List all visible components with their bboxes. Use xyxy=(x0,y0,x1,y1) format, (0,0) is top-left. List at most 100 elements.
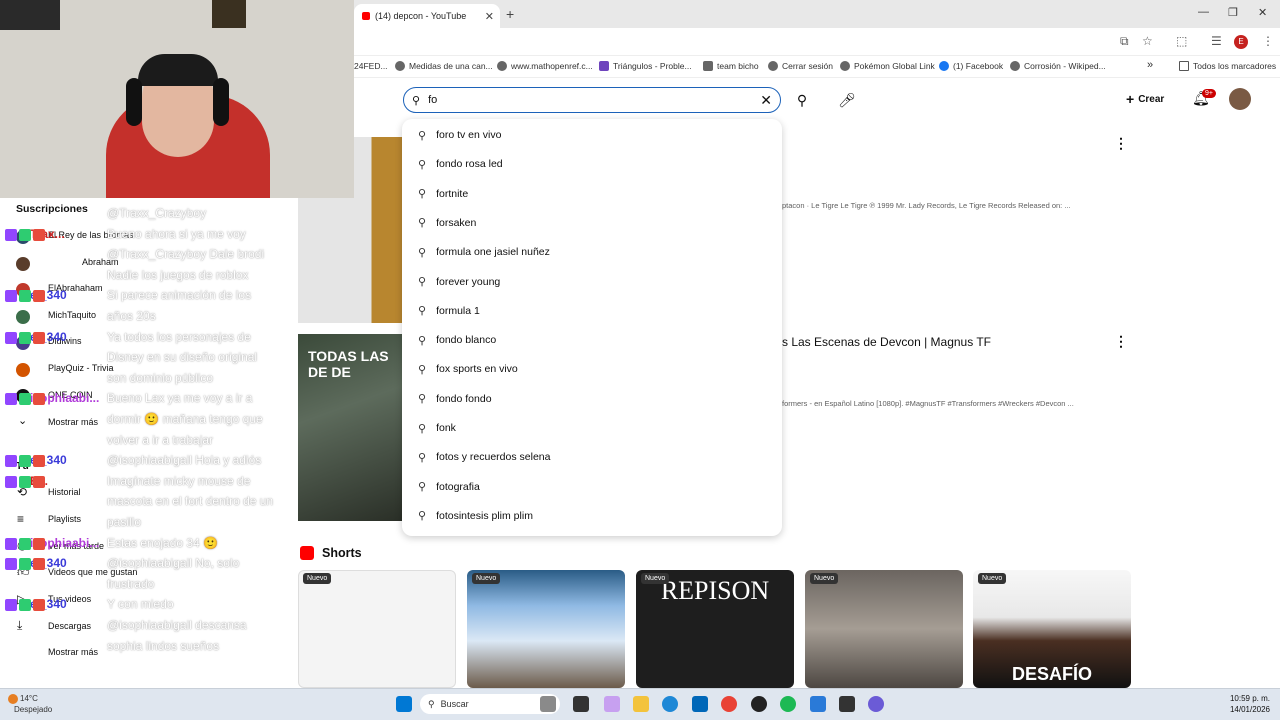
search-suggestion[interactable]: ⚲ fonk xyxy=(402,414,782,442)
more-options-icon[interactable]: ⋮ xyxy=(1114,135,1128,152)
chat-message: Y con miedo xyxy=(107,597,174,612)
bookmark-icon xyxy=(497,61,507,71)
chat-message: Bueno Lax ya me voy a ir a xyxy=(107,391,253,406)
search-suggestion[interactable]: ⚲ fotos y recuerdos selena xyxy=(402,443,782,471)
sidebar-item-playlists[interactable]: Playlists xyxy=(48,514,81,524)
short-thumbnail[interactable] xyxy=(805,570,963,688)
bookmark-icon xyxy=(599,61,609,71)
install-app-icon[interactable]: ⧉ xyxy=(1120,34,1129,49)
more-bookmarks-button[interactable]: » xyxy=(1147,59,1153,71)
app-icon[interactable] xyxy=(810,696,826,712)
app-icon[interactable] xyxy=(751,696,767,712)
bookmark-item[interactable]: Pokémon Global Link xyxy=(840,61,935,71)
bookmark-item[interactable]: Medidas de una can... xyxy=(395,61,493,71)
store-icon[interactable] xyxy=(692,696,708,712)
short-thumbnail[interactable]: REPISON xyxy=(636,570,794,688)
bookmark-item[interactable]: (1) Facebook xyxy=(939,61,1003,71)
notification-count-badge: 9+ xyxy=(1202,89,1216,98)
windows-start-icon[interactable] xyxy=(396,696,412,712)
task-view-icon[interactable] xyxy=(573,696,589,712)
sidebar-item-channel[interactable]: PlayQuiz - Trivia xyxy=(48,363,114,373)
search-suggestion[interactable]: ⚲ fox sports en vivo xyxy=(402,355,782,383)
search-suggestion[interactable]: ⚲ fondo blanco xyxy=(402,326,782,354)
chat-badges-icon xyxy=(5,290,45,303)
chat-message: Imagínate micky mouse de xyxy=(107,473,251,488)
bookmark-icon xyxy=(395,61,405,71)
spotify-icon[interactable] xyxy=(780,696,796,712)
video-title[interactable]: s Las Escenas de Devcon | Magnus TF xyxy=(782,335,991,349)
new-tab-button[interactable]: + xyxy=(506,6,514,22)
short-thumbnail[interactable] xyxy=(467,570,625,688)
search-input[interactable]: fo xyxy=(428,94,752,106)
chat-message: Ya todos los personajes de xyxy=(107,329,251,344)
bookmark-item[interactable]: Triángulos - Proble... xyxy=(599,61,692,71)
search-suggestion[interactable]: ⚲ fotografia xyxy=(402,473,782,501)
search-suggestion[interactable]: ⚲ forsaken xyxy=(402,209,782,237)
sidebar-show-more[interactable]: Mostrar más xyxy=(48,417,98,427)
search-suggestion[interactable]: ⚲ forever young xyxy=(402,268,782,296)
browser-tab[interactable]: (14) depcon - YouTube ✕ xyxy=(354,4,500,28)
maximize-button[interactable]: ❐ xyxy=(1228,6,1238,19)
bookmark-item[interactable]: 24FED... xyxy=(354,61,388,71)
app-icon[interactable] xyxy=(839,696,855,712)
bookmark-item[interactable]: www.mathopenref.c... xyxy=(497,61,593,71)
channel-avatar xyxy=(16,310,30,324)
new-badge: Nuevo xyxy=(303,573,332,584)
search-icon: ⚲ xyxy=(418,510,427,523)
chat-message: volver a ir a trabajar xyxy=(107,432,214,447)
chat-badges-icon xyxy=(5,228,45,242)
chat-message: @isophiaabigail descansa xyxy=(107,618,247,632)
search-suggestion[interactable]: ⚲ foro tv en vivo xyxy=(402,121,782,149)
microphone-icon[interactable]: 🎤︎ xyxy=(835,88,859,112)
chat-badges-icon xyxy=(5,537,45,551)
clear-search-icon[interactable]: ✕ xyxy=(760,92,772,109)
taskbar-search[interactable]: ⚲ Buscar xyxy=(420,694,560,714)
search-button[interactable]: ⚲ xyxy=(790,88,814,112)
plus-icon: + xyxy=(1126,91,1135,107)
widgets-icon[interactable] xyxy=(540,696,556,712)
bookmark-star-icon[interactable]: ☆ xyxy=(1142,34,1153,48)
chrome-icon[interactable] xyxy=(721,696,737,712)
discord-icon[interactable] xyxy=(868,696,884,712)
search-suggestion[interactable]: ⚲ fondo rosa led xyxy=(402,150,782,178)
extensions-icon[interactable]: ⬚ xyxy=(1176,34,1187,48)
bookmark-item[interactable]: Cerrar sesión xyxy=(768,61,833,71)
file-explorer-icon[interactable] xyxy=(633,696,649,712)
search-suggestion[interactable]: ⚲ fortnite xyxy=(402,180,782,208)
account-avatar[interactable] xyxy=(1229,88,1251,110)
close-window-button[interactable]: ✕ xyxy=(1258,6,1267,19)
search-suggestion[interactable]: ⚲ fondo fondo xyxy=(402,385,782,413)
search-suggestion[interactable]: ⚲ formula 1 xyxy=(402,297,782,325)
app-icon[interactable] xyxy=(604,696,620,712)
edge-icon[interactable] xyxy=(662,696,678,712)
browser-menu-icon[interactable]: ⋮ xyxy=(1262,34,1274,48)
all-bookmarks-button[interactable]: Todos los marcadores xyxy=(1179,61,1276,71)
subscriptions-heading[interactable]: Suscripciones xyxy=(16,203,88,215)
chat-badges-icon xyxy=(5,455,45,468)
more-options-icon[interactable]: ⋮ xyxy=(1114,333,1128,350)
chat-message: @isophiaabigail No, solo xyxy=(107,556,240,571)
bookmark-item[interactable]: Corrosión - Wikiped... xyxy=(1010,61,1106,71)
create-button[interactable]: + Crear xyxy=(1126,89,1164,109)
search-box[interactable]: ⚲ fo ✕ xyxy=(403,87,781,113)
search-suggestion[interactable]: ⚲ fotosintesis plim plim xyxy=(402,502,782,530)
search-icon: ⚲ xyxy=(418,246,427,259)
chat-message: son dominio público xyxy=(107,370,214,385)
search-suggestion[interactable]: ⚲ formula one jasiel nuñez xyxy=(402,238,782,266)
weather-widget[interactable]: 14°C Despejado xyxy=(8,693,52,715)
short-thumbnail[interactable] xyxy=(298,570,456,688)
reading-list-icon[interactable]: ☰ xyxy=(1211,34,1222,48)
suggestion-text: forsaken xyxy=(436,216,477,229)
bookmark-item[interactable]: team bicho xyxy=(703,61,759,71)
sidebar-item-channel[interactable]: MichTaquito xyxy=(48,310,96,320)
search-icon: ⚲ xyxy=(418,188,427,201)
sidebar-item-downloads[interactable]: Descargas xyxy=(48,621,91,631)
system-clock[interactable]: 10:59 p. m. 14/01/2026 xyxy=(1212,693,1270,715)
sidebar-item-history[interactable]: Historial xyxy=(48,487,81,497)
minimize-button[interactable]: — xyxy=(1198,6,1209,18)
shorts-icon xyxy=(300,546,314,560)
close-tab-icon[interactable]: ✕ xyxy=(485,10,494,23)
short-thumbnail[interactable]: DESAFÍO xyxy=(973,570,1131,688)
profile-avatar[interactable]: E xyxy=(1234,35,1248,49)
sidebar-show-more[interactable]: Mostrar más xyxy=(48,647,98,657)
